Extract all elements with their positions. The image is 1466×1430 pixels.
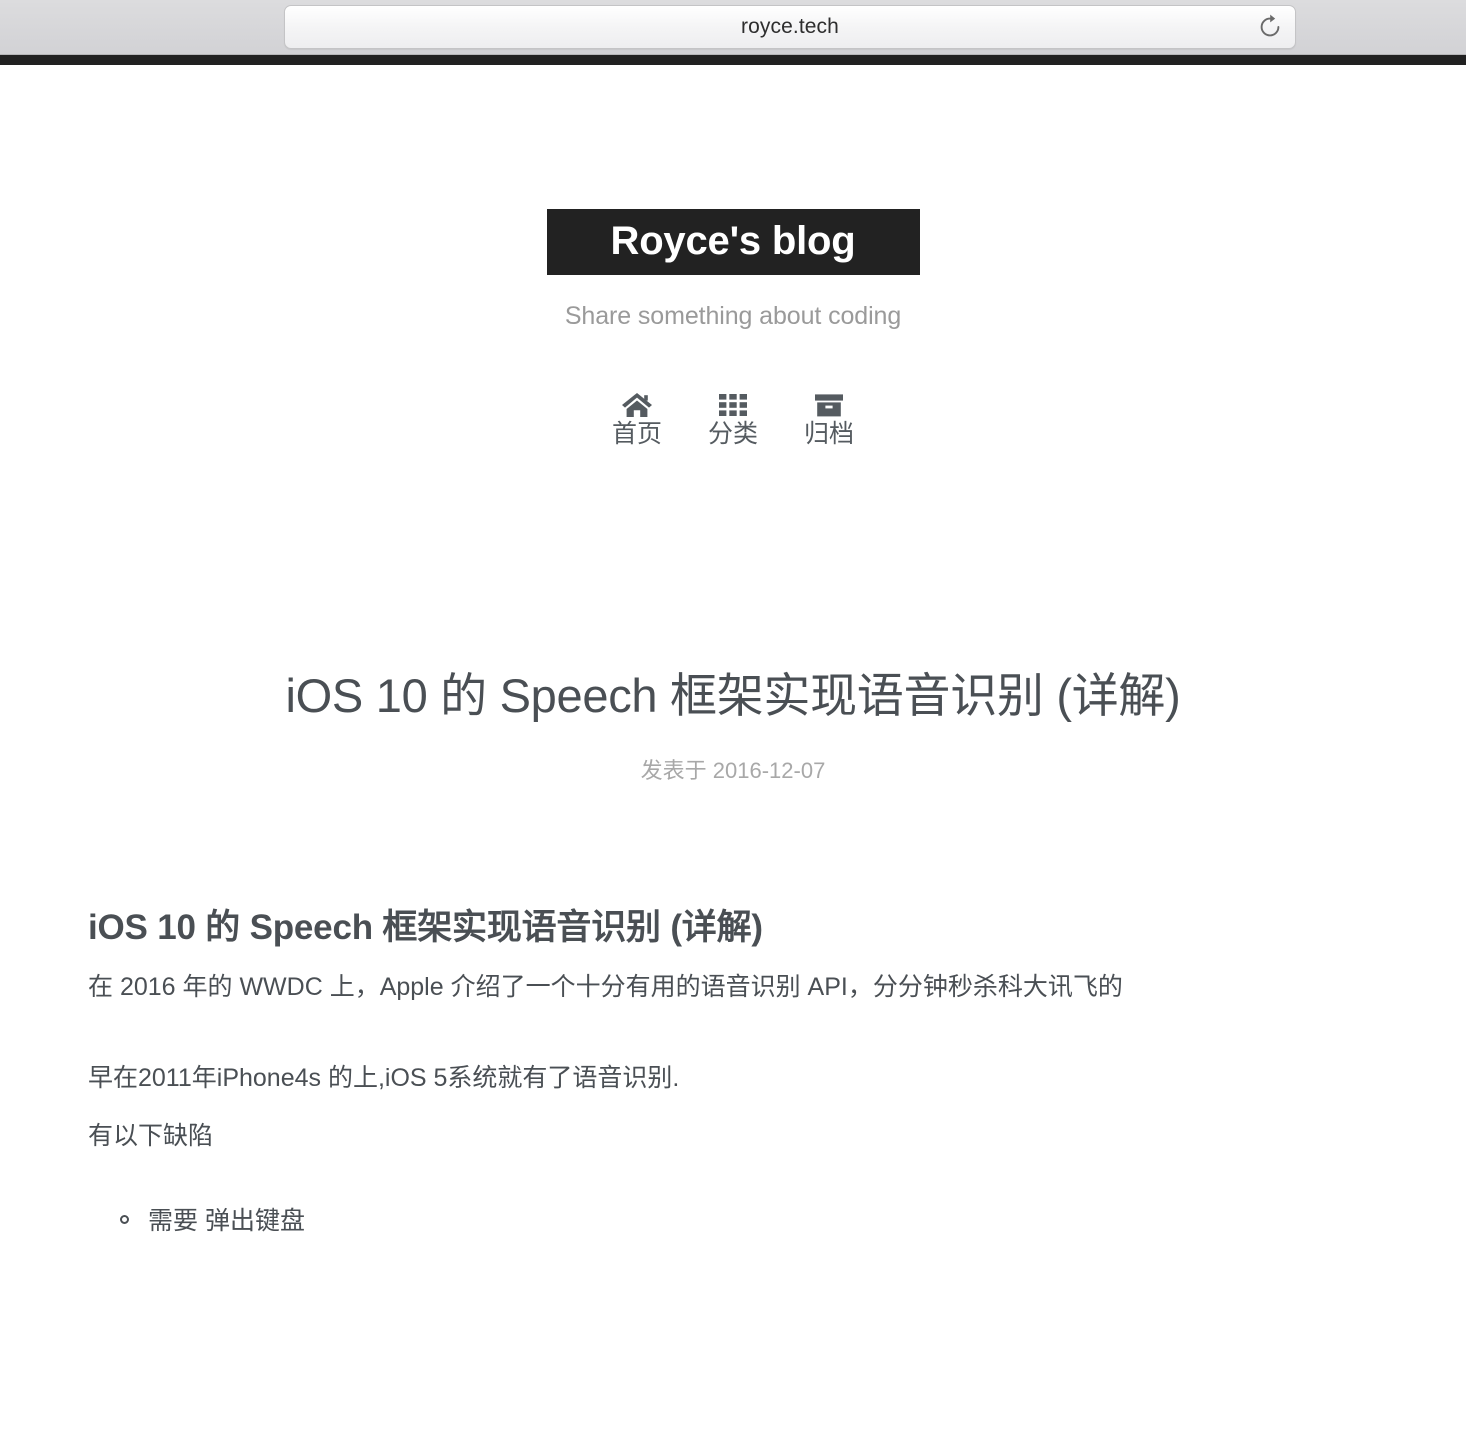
- body-paragraph-2: 早在2011年iPhone4s 的上,iOS 5系统就有了语音识别.: [88, 1063, 680, 1092]
- nav-item-home[interactable]: 首页: [589, 388, 685, 447]
- site-header: Royce's blog Share something about codin…: [0, 65, 1466, 331]
- post-title: iOS 10 的 Speech 框架实现语音识别 (详解): [285, 669, 1181, 722]
- archive-box-icon: [781, 388, 877, 422]
- nav-item-archives[interactable]: 归档: [781, 388, 877, 447]
- body-paragraph-1: 在 2016 年的 WWDC 上，Apple 介绍了一个十分有用的语音识别 AP…: [88, 972, 1123, 1001]
- body-list: 需要 弹出键盘: [88, 1202, 1378, 1241]
- url-bar[interactable]: royce.tech: [284, 5, 1296, 49]
- page-content: Royce's blog Share something about codin…: [0, 65, 1466, 1430]
- url-text: royce.tech: [741, 15, 839, 38]
- post-date: 发表于 2016-12-07: [640, 757, 826, 783]
- site-title-banner[interactable]: Royce's blog: [546, 209, 920, 275]
- article: iOS 10 的 Speech 框架实现语音识别 (详解) 发表于 2016-1…: [0, 667, 1466, 1241]
- site-title: Royce's blog: [610, 219, 856, 263]
- nav-item-categories[interactable]: 分类: [685, 388, 781, 447]
- body-heading: iOS 10 的 Speech 框架实现语音识别 (详解): [88, 907, 763, 947]
- browser-chrome: royce.tech: [0, 0, 1466, 55]
- grid-icon: [685, 388, 781, 422]
- nav-label-archives: 归档: [803, 420, 854, 448]
- list-item: 需要 弹出键盘: [120, 1202, 1378, 1241]
- post-body: iOS 10 的 Speech 框架实现语音识别 (详解) 在 2016 年的 …: [88, 907, 1378, 1241]
- body-paragraph-3: 有以下缺陷: [88, 1122, 214, 1151]
- site-subtitle: Share something about coding: [564, 302, 902, 330]
- nav-label-categories: 分类: [707, 420, 758, 448]
- nav-label-home: 首页: [611, 420, 662, 448]
- reload-icon[interactable]: [1255, 12, 1285, 42]
- site-nav: 首页 分类 归档: [0, 388, 1466, 447]
- home-icon: [589, 388, 685, 422]
- chrome-dark-separator: [0, 55, 1466, 65]
